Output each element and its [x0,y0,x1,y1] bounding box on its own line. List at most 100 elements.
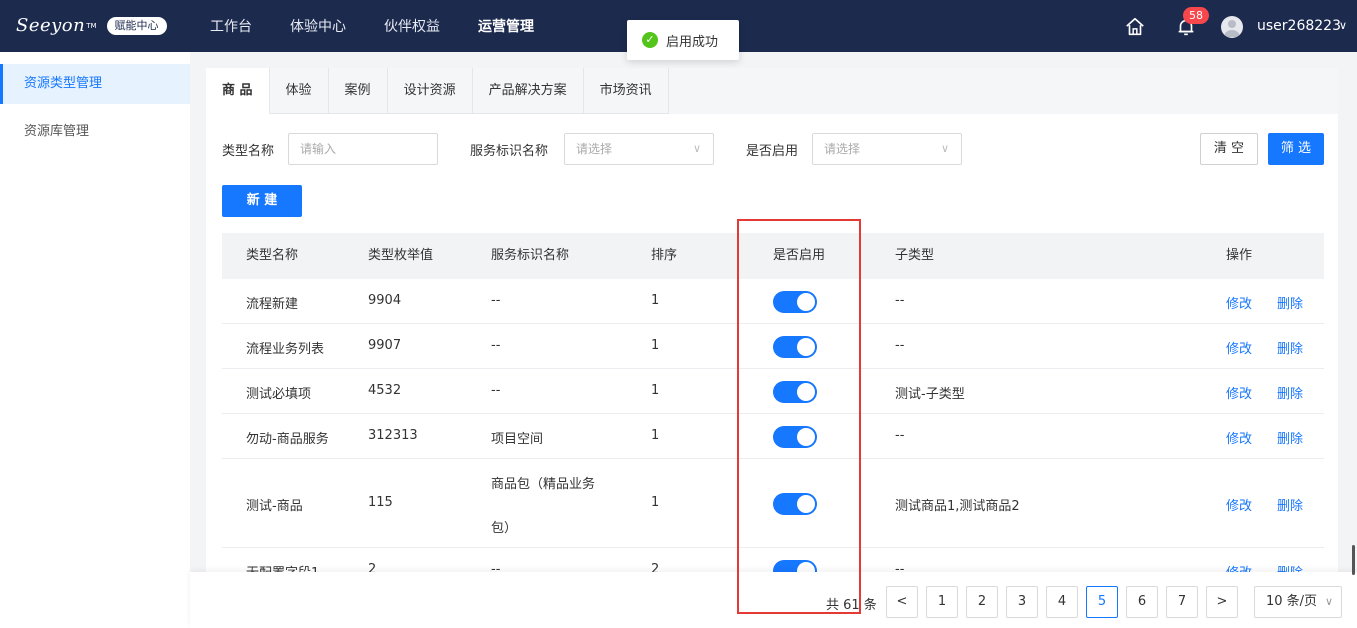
username[interactable]: user268223 [1257,18,1341,34]
page-7[interactable]: 7 [1166,586,1198,618]
edit-link[interactable]: 修改 [1226,293,1252,312]
toast-message: 启用成功 [666,34,719,50]
tab-market-news[interactable]: 市场资讯 [583,68,669,114]
sidebar: 资源类型管理 资源库管理 [0,52,190,628]
tab-experience[interactable]: 体验 [269,68,329,114]
chevron-down-icon[interactable]: ∨ [1339,19,1347,32]
cell-type-name: 测试-商品 [246,499,303,514]
success-toast: ✓ 启用成功 [627,20,739,60]
col-actions: 操作 [1226,248,1253,263]
logo-text: Seeyon [16,15,86,36]
cell-service-name-continued: 包） [491,521,518,536]
cell-type-enum: 9904 [368,293,402,308]
avatar[interactable] [1221,16,1243,38]
category-tabs: 商 品 体验 案例 设计资源 产品解决方案 市场资讯 [206,68,1338,114]
cell-sort: 1 [651,495,660,510]
delete-link[interactable]: 删除 [1277,428,1303,447]
enabled-toggle[interactable] [773,336,817,358]
edit-link[interactable]: 修改 [1226,428,1252,447]
type-name-placeholder: 请输入 [300,142,337,156]
delete-link[interactable]: 删除 [1277,383,1303,402]
edit-link[interactable]: 修改 [1226,495,1252,514]
enabled-toggle[interactable] [773,291,817,313]
service-name-placeholder: 请选择 [576,142,613,156]
cell-subtype: -- [895,338,905,353]
table-header: 类型名称 类型枚举值 服务标识名称 排序 是否启用 子类型 操作 [222,233,1324,279]
page-5[interactable]: 5 [1086,586,1118,618]
enabled-label: 是否启用 [746,144,799,159]
nav-item-partner[interactable]: 伙伴权益 [384,0,440,52]
edit-link[interactable]: 修改 [1226,383,1252,402]
cell-sort: 1 [651,428,660,443]
enabled-toggle[interactable] [773,381,817,403]
col-type-enum: 类型枚举值 [368,248,434,263]
cell-service-name: 项目空间 [491,432,544,447]
page-4[interactable]: 4 [1046,586,1078,618]
chevron-down-icon: ∨ [940,142,949,155]
cell-type-enum: 115 [368,495,393,510]
enabled-placeholder: 请选择 [824,142,861,156]
delete-link[interactable]: 删除 [1277,495,1303,514]
chevron-down-icon: ∨ [1324,595,1333,608]
cell-service-name: -- [491,293,501,308]
brand-logo[interactable]: Seeyon TM 赋能中心 [16,15,167,36]
scrollbar-thumb[interactable] [1352,545,1355,575]
check-circle-icon: ✓ [642,32,658,48]
col-service-name: 服务标识名称 [491,248,570,263]
cell-subtype: 测试商品1,测试商品2 [895,499,1020,514]
logo-trademark: TM [86,21,97,30]
type-name-label: 类型名称 [222,144,275,159]
page-1[interactable]: 1 [926,586,958,618]
cell-type-name: 流程新建 [246,297,299,312]
type-name-input[interactable]: 请输入 [288,133,438,165]
tab-cases[interactable]: 案例 [328,68,388,114]
table-row: 测试必填项 4532 -- 1 测试-子类型 修改 删除 [222,369,1324,414]
cell-subtype: -- [895,428,905,443]
cell-sort: 1 [651,293,660,308]
page-3[interactable]: 3 [1006,586,1038,618]
nav-item-workbench[interactable]: 工作台 [210,0,252,52]
page-size-select[interactable]: 10 条/页 ∨ [1254,586,1342,618]
cell-type-name: 勿动-商品服务 [246,432,329,447]
table-row: 流程业务列表 9907 -- 1 -- 修改 删除 [222,324,1324,369]
cell-service-name: -- [491,383,501,398]
clear-button[interactable]: 清 空 [1200,133,1258,165]
next-page-button[interactable]: > [1206,586,1238,618]
delete-link[interactable]: 删除 [1277,338,1303,357]
prev-page-button[interactable]: < [886,586,918,618]
page-2[interactable]: 2 [966,586,998,618]
delete-link[interactable]: 删除 [1277,293,1303,312]
tab-goods[interactable]: 商 品 [206,68,270,114]
page-size-value: 10 条/页 [1266,594,1318,609]
cell-type-name: 测试必填项 [246,387,312,402]
service-name-label: 服务标识名称 [470,144,549,159]
enabled-select[interactable]: 请选择 ∨ [812,133,962,165]
sidebar-item-resource-type[interactable]: 资源类型管理 [0,64,190,104]
cell-type-enum: 4532 [368,383,402,398]
col-enabled: 是否启用 [773,248,826,263]
main-nav: 工作台 体验中心 伙伴权益 运营管理 [210,0,572,52]
cell-service-name: 商品包（精品业务 [491,477,596,492]
cell-type-enum: 9907 [368,338,402,353]
new-button[interactable]: 新 建 [222,185,302,217]
cell-type-name: 流程业务列表 [246,342,325,357]
filter-button[interactable]: 筛 选 [1268,133,1324,165]
nav-item-operations[interactable]: 运营管理 [478,0,534,52]
home-icon[interactable] [1124,16,1146,38]
chevron-down-icon: ∨ [692,142,701,155]
table-row: 勿动-商品服务 312313 项目空间 1 -- 修改 删除 [222,414,1324,459]
table-row: 流程新建 9904 -- 1 -- 修改 删除 [222,279,1324,324]
sidebar-item-resource-library[interactable]: 资源库管理 [0,112,190,152]
col-type-name: 类型名称 [246,248,299,263]
tab-solutions[interactable]: 产品解决方案 [472,68,584,114]
nav-item-experience[interactable]: 体验中心 [290,0,346,52]
enabled-toggle[interactable] [773,493,817,515]
col-subtype: 子类型 [895,248,935,263]
cell-type-enum: 312313 [368,428,418,443]
cell-sort: 1 [651,338,660,353]
page-6[interactable]: 6 [1126,586,1158,618]
service-name-select[interactable]: 请选择 ∨ [564,133,714,165]
enabled-toggle[interactable] [773,426,817,448]
tab-design-resources[interactable]: 设计资源 [387,68,473,114]
edit-link[interactable]: 修改 [1226,338,1252,357]
